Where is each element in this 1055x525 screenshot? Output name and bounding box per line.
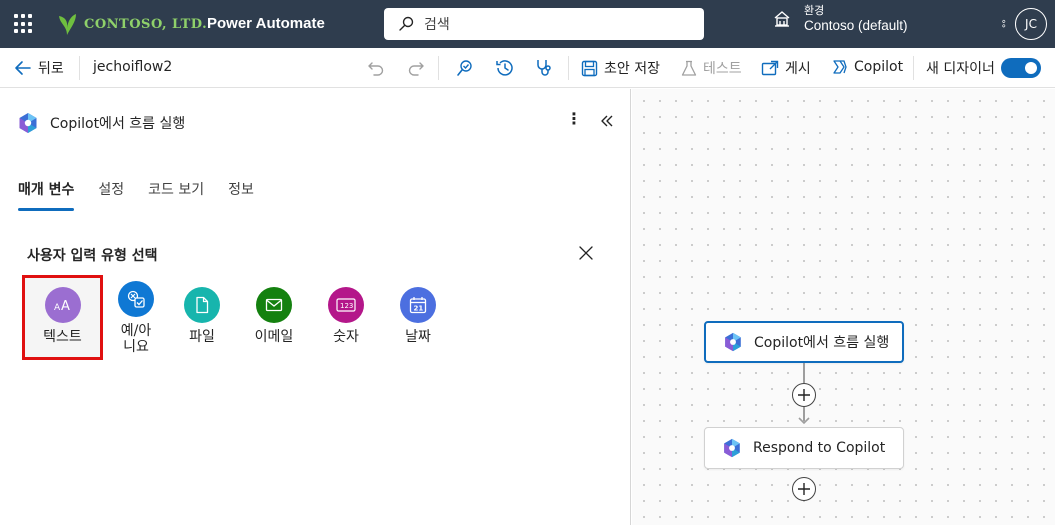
user-avatar[interactable]: JC (1015, 8, 1047, 40)
input-type-label: 날짜 (405, 329, 431, 345)
environment-icon (774, 11, 790, 28)
collapse-panel-icon[interactable] (600, 113, 614, 132)
svg-text:123: 123 (340, 302, 353, 310)
input-type-file[interactable]: 파일 (166, 275, 238, 360)
svg-text:21: 21 (414, 305, 424, 313)
input-type-label: 이메일 (254, 329, 294, 345)
connector-line (803, 363, 805, 383)
input-type-options: AA 텍스트 예/아 니요 파일 이메일 123 숫자 21 날짜 (22, 275, 454, 360)
input-type-label: 예/아 니요 (120, 323, 152, 356)
input-type-number[interactable]: 123 숫자 (310, 275, 382, 360)
svg-text:A: A (61, 299, 70, 313)
plus-icon (798, 389, 810, 401)
flow-node-trigger[interactable]: Copilot에서 흐름 실행 (704, 321, 904, 363)
new-designer-toggle[interactable] (1000, 58, 1041, 78)
toolbar-divider (568, 56, 569, 80)
flow-node-respond[interactable]: Respond to Copilot (704, 427, 904, 469)
search-placeholder: 검색 (424, 17, 450, 33)
number-icon: 123 (328, 287, 364, 323)
undo-icon[interactable] (366, 58, 386, 78)
toolbar-divider (913, 56, 914, 80)
copilot-icon (724, 438, 740, 458)
action-details-panel: Copilot에서 흐름 실행 ⋮ 매개 변수 설정 코드 보기 정보 사용자 … (0, 89, 631, 525)
input-type-email[interactable]: 이메일 (238, 275, 310, 360)
flow-checker-icon[interactable] (455, 58, 475, 78)
copilot-icon (19, 113, 37, 133)
new-designer-toggle-group: 새 디자이너 (926, 58, 1041, 78)
toolbar-divider (438, 56, 439, 80)
add-step-button[interactable] (792, 383, 816, 407)
designer-toolbar: 뒤로 jechoiflow2 초안 저장 테스트 게시 Copilot 새 디자… (0, 48, 1055, 88)
date-icon: 21 (400, 287, 436, 323)
close-icon[interactable] (578, 245, 594, 261)
tab-code-view[interactable]: 코드 보기 (148, 179, 204, 211)
search-icon (399, 16, 414, 31)
file-icon (184, 287, 220, 323)
input-type-yes-no[interactable]: 예/아 니요 (106, 269, 166, 360)
panel-tabs: 매개 변수 설정 코드 보기 정보 (18, 179, 254, 211)
flow-node-label: Respond to Copilot (753, 440, 886, 456)
input-type-label: 텍스트 (43, 329, 82, 345)
test-button[interactable]: 테스트 (681, 58, 742, 78)
input-type-section-title: 사용자 입력 유형 선택 (27, 248, 158, 264)
copilot-button[interactable]: Copilot (830, 58, 903, 76)
copilot-label: Copilot (854, 59, 904, 75)
app-launcher-icon[interactable] (14, 14, 34, 34)
flask-icon (681, 60, 697, 76)
header-more-icon[interactable]: ⦂ (1002, 16, 1006, 31)
environment-name: Contoso (default) (804, 17, 908, 33)
input-type-date[interactable]: 21 날짜 (382, 275, 454, 360)
yes-no-icon (118, 281, 154, 317)
leaf-logo-icon (59, 14, 76, 35)
plus-icon (798, 483, 810, 495)
input-type-label: 파일 (189, 329, 215, 345)
save-draft-label: 초안 저장 (604, 61, 660, 77)
publish-label: 게시 (785, 61, 811, 77)
back-label: 뒤로 (38, 61, 64, 77)
redo-icon[interactable] (406, 58, 426, 78)
input-type-label: 숫자 (333, 329, 359, 345)
logo-text: CONTOSO, LTD. (84, 16, 208, 32)
input-type-text[interactable]: AA 텍스트 (22, 275, 103, 360)
publish-button[interactable]: 게시 (761, 58, 811, 78)
tab-settings[interactable]: 설정 (98, 179, 124, 211)
flow-node-label: Copilot에서 흐름 실행 (754, 335, 890, 351)
toolbar-divider (79, 56, 80, 80)
save-draft-button[interactable]: 초안 저장 (581, 58, 660, 78)
app-name[interactable]: Power Automate (207, 15, 325, 32)
stethoscope-icon[interactable] (534, 58, 554, 78)
tab-about[interactable]: 정보 (228, 179, 254, 211)
back-button[interactable]: 뒤로 (14, 58, 64, 78)
environment-picker[interactable]: 환경 Contoso (default) (772, 4, 908, 35)
flow-name[interactable]: jechoiflow2 (93, 59, 172, 75)
search-box[interactable]: 검색 (384, 8, 704, 40)
arrow-left-icon (15, 61, 31, 75)
arrow-down-icon (798, 417, 810, 425)
new-designer-label: 새 디자이너 (926, 61, 995, 77)
save-icon (581, 60, 598, 76)
top-header: CONTOSO, LTD. Power Automate 검색 환경 Conto… (0, 0, 1055, 48)
publish-icon (761, 60, 779, 76)
add-step-button[interactable] (792, 477, 816, 501)
test-label: 테스트 (703, 61, 742, 77)
more-options-icon[interactable]: ⋮ (566, 111, 582, 127)
email-icon (256, 287, 292, 323)
panel-title: Copilot에서 흐름 실행 (50, 116, 186, 132)
svg-text:A: A (54, 303, 61, 313)
copilot-icon (725, 332, 741, 352)
flow-canvas[interactable]: Copilot에서 흐름 실행 Respond to Copilot (632, 89, 1055, 525)
company-logo[interactable]: CONTOSO, LTD. (56, 12, 207, 36)
tab-parameters[interactable]: 매개 변수 (18, 179, 75, 211)
environment-label: 환경 (804, 4, 825, 17)
text-icon: AA (44, 287, 81, 323)
copilot-outline-icon (833, 60, 847, 74)
panel-header: Copilot에서 흐름 실행 (16, 111, 185, 135)
version-history-icon[interactable] (495, 58, 515, 78)
